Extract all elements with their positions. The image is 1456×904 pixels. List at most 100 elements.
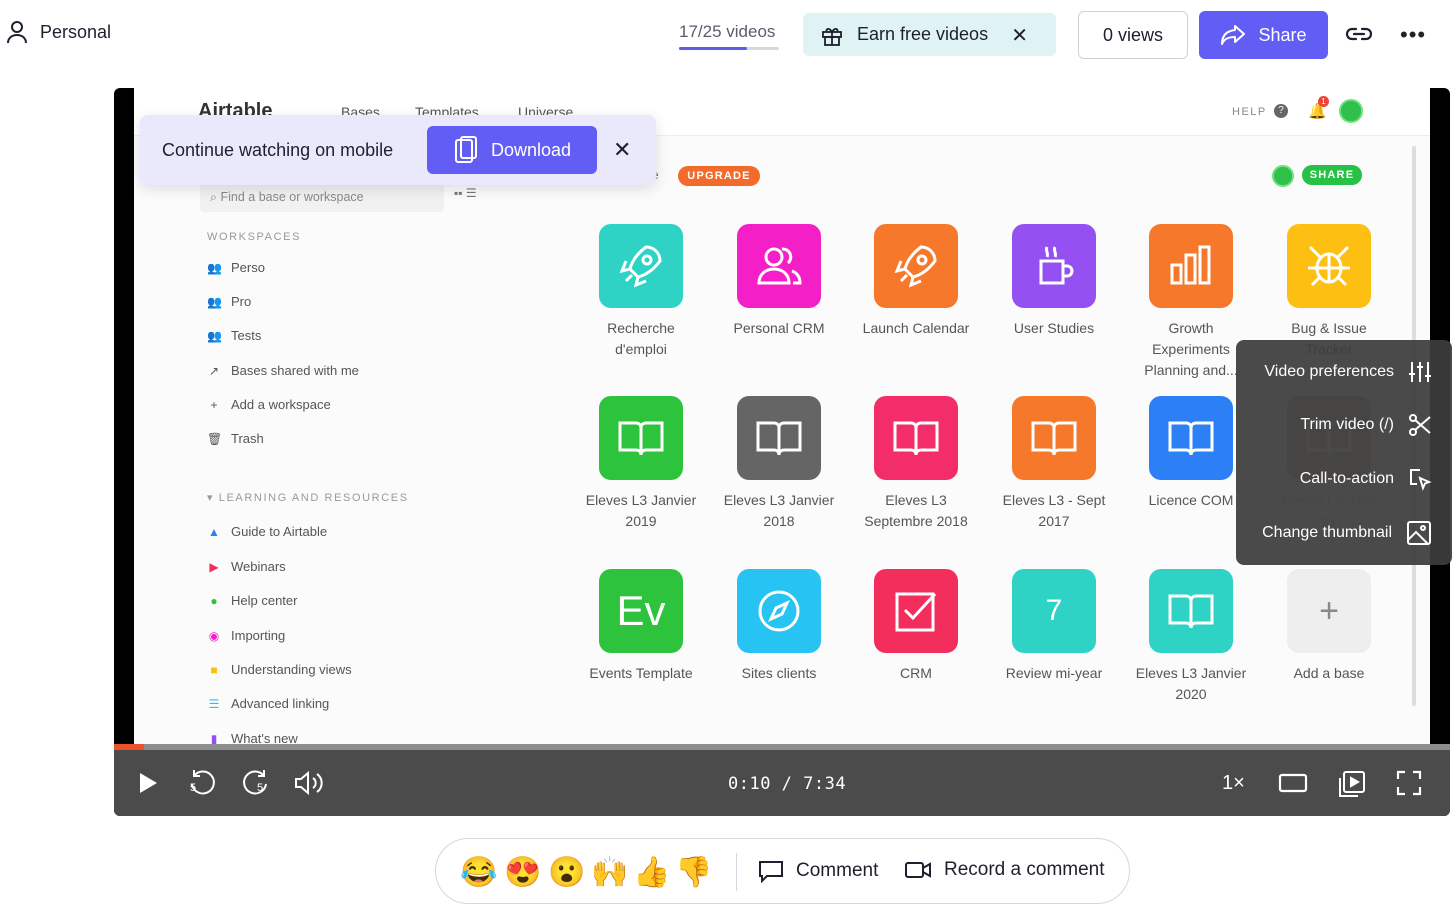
change-thumbnail-item[interactable]: Change thumbnail [1262, 520, 1432, 546]
skip-back-button[interactable]: 5 [188, 768, 216, 803]
base-tile: Eleves L3 Janvier 2018 [710, 396, 848, 532]
learning-heading-label: LEARNING AND RESOURCES [218, 492, 409, 504]
play-button[interactable] [138, 772, 158, 799]
text-ev-icon: Ev [599, 569, 683, 653]
workspace-item-label: Perso [231, 260, 265, 275]
linking-icon: ☰ [208, 696, 220, 711]
volume-button[interactable] [294, 770, 324, 801]
resource-item: ● Help center [207, 593, 297, 608]
base-tile: Personal CRM [710, 224, 848, 339]
base-tile: Eleves L3 Janvier 2020 [1122, 569, 1260, 705]
share-button[interactable]: Share [1199, 11, 1328, 59]
book-icon [874, 396, 958, 480]
download-label: Download [490, 139, 572, 160]
workspace-selector[interactable]: Personal [6, 20, 111, 44]
video-preferences-item[interactable]: Video preferences [1264, 360, 1432, 384]
import-icon: ◉ [208, 628, 220, 643]
base-tile: Recherche d'emploi [572, 224, 710, 360]
base-tile-label: Review mi-year [1005, 665, 1103, 681]
picture-in-picture-button[interactable] [1338, 770, 1366, 803]
base-tile: Eleves L3 Janvier 2019 [572, 396, 710, 532]
record-comment-button[interactable]: Record a comment [904, 859, 1105, 881]
base-tile-label: CRM [900, 665, 932, 681]
theater-mode-button[interactable] [1278, 772, 1308, 799]
call-to-action-item[interactable]: Call-to-action [1300, 467, 1432, 491]
trim-video-item[interactable]: Trim video (/) [1300, 413, 1432, 437]
views-button[interactable]: 0 views [1078, 11, 1188, 59]
share-icon [1221, 25, 1246, 45]
base-tile: User Studies [985, 224, 1123, 339]
comment-button[interactable]: Comment [758, 859, 878, 883]
avatar [1272, 165, 1294, 187]
emoji-thumbs-up-button[interactable]: 👍 [633, 855, 670, 890]
fullscreen-button[interactable] [1396, 770, 1422, 801]
user-icon [7, 21, 27, 44]
avatar [1339, 99, 1363, 123]
close-icon[interactable]: ✕ [613, 137, 631, 163]
resource-item-label: Webinars [231, 559, 286, 574]
earn-free-videos-button[interactable]: Earn free videos ✕ [803, 13, 1056, 56]
close-icon[interactable]: ✕ [1011, 23, 1028, 48]
skip-forward-button[interactable]: 5 [242, 768, 270, 803]
airtable-search-placeholder: Find a base or workspace [220, 190, 364, 204]
base-tile-label: Add a base [1293, 665, 1365, 681]
emoji-surprised-button[interactable]: 😮 [548, 855, 585, 890]
video-quota-fill [679, 47, 747, 50]
video-count: 17/25 videos [679, 22, 776, 41]
help-icon: ● [210, 593, 218, 608]
menu-item-label: Change thumbnail [1262, 524, 1392, 541]
resource-item: ▶ Webinars [207, 559, 286, 574]
views-icon: ■ [210, 662, 218, 677]
emoji-raised-hands-button[interactable]: 🙌 [591, 855, 628, 890]
workspace-item: + Add a workspace [207, 397, 330, 412]
rocket-icon [874, 224, 958, 308]
comment-icon [759, 861, 783, 883]
mobile-banner-text: Continue watching on mobile [162, 140, 394, 160]
airtable-search: ⌕ Find a base or workspace [200, 182, 444, 212]
emoji-heart-eyes-button[interactable]: 😍 [504, 855, 541, 890]
base-tile-label: User Studies [1013, 320, 1095, 336]
base-tile: CRM [847, 569, 985, 684]
help-icon: ? [1274, 104, 1288, 118]
book-icon [599, 396, 683, 480]
fullscreen-icon [1396, 770, 1422, 796]
sliders-icon [1409, 362, 1431, 382]
emoji-laugh-button[interactable]: 😂 [460, 855, 497, 890]
book-icon [737, 396, 821, 480]
more-options-button[interactable]: ••• [1400, 22, 1426, 48]
workspace-item-label: Trash [231, 431, 264, 446]
workspace-item: 👥 Tests [207, 328, 261, 343]
copy-link-button[interactable] [1344, 22, 1374, 51]
base-tile: Eleves L3 Septembre 2018 [847, 396, 985, 532]
shared-icon: ↗ [208, 363, 220, 378]
workspaces-heading: WORKSPACES [207, 231, 302, 243]
menu-item-label: Trim video (/) [1300, 416, 1394, 433]
mobile-banner: Continue watching on mobile Download ✕ [140, 115, 656, 185]
image-icon [1407, 521, 1431, 545]
emoji-thumbs-down-button[interactable]: 👎 [675, 855, 712, 890]
grid-list-toggle-icon: ▪▪ ☰ [454, 186, 477, 200]
camera-icon [905, 862, 931, 878]
base-tile: Ev Events Template [572, 569, 710, 684]
reactions-bar: 😂 😍 😮 🙌 👍 👎 Comment Record a comment [435, 838, 1130, 904]
group-icon: 👥 [207, 294, 222, 309]
forward-5-icon [243, 770, 267, 795]
base-tile: Launch Calendar [847, 224, 985, 339]
cursor-click-icon [1410, 469, 1432, 491]
calendar-icon: 7 [1012, 569, 1096, 653]
base-tile-label: Recherche d'emploi [607, 320, 675, 357]
playback-speed-button[interactable]: 1× [1222, 772, 1245, 795]
bug-icon [1287, 224, 1371, 308]
workspace-item-label: Pro [231, 294, 252, 309]
menu-item-label: Call-to-action [1299, 470, 1394, 487]
base-tile-label: Sites clients [741, 665, 817, 681]
base-tile: + Add a base [1260, 569, 1398, 684]
play-icon [140, 773, 157, 793]
resource-item-label: Advanced linking [231, 696, 330, 711]
learning-heading: ▾ LEARNING AND RESOURCES [207, 492, 409, 504]
workspace-item: 🗑 Trash [207, 431, 264, 446]
base-tile-label: Launch Calendar [862, 320, 970, 336]
download-button[interactable]: Download [427, 126, 597, 174]
base-tile-label: Eleves L3 Janvier 2018 [723, 492, 835, 529]
book-icon [1149, 569, 1233, 653]
